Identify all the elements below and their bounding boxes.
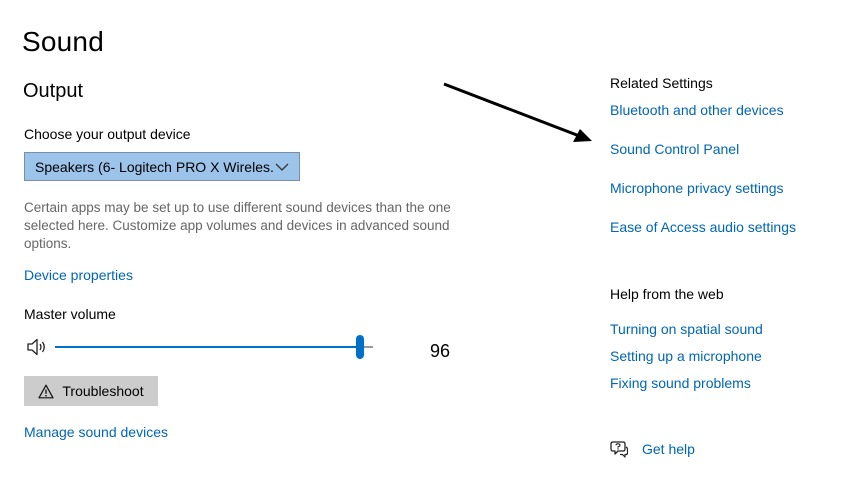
warning-icon xyxy=(38,384,54,399)
bluetooth-devices-link[interactable]: Bluetooth and other devices xyxy=(610,102,784,118)
get-help[interactable]: Get help xyxy=(610,440,695,458)
related-settings-heading: Related Settings xyxy=(610,75,713,91)
output-device-label: Choose your output device xyxy=(24,126,191,142)
master-volume-label: Master volume xyxy=(24,306,116,322)
volume-value: 96 xyxy=(430,341,451,361)
speaker-icon[interactable] xyxy=(26,337,48,357)
output-device-value: Speakers (6- Logitech PRO X Wireles... xyxy=(35,158,275,175)
help-chat-icon xyxy=(610,440,628,458)
volume-slider-fill xyxy=(55,346,360,348)
page-title: Sound xyxy=(22,26,104,57)
ease-of-access-audio-link[interactable]: Ease of Access audio settings xyxy=(610,219,796,235)
troubleshoot-label: Troubleshoot xyxy=(62,383,144,399)
annotation-arrow xyxy=(443,82,592,142)
chevron-down-icon xyxy=(275,162,289,172)
setup-microphone-link[interactable]: Setting up a microphone xyxy=(610,348,762,364)
get-help-label[interactable]: Get help xyxy=(642,441,695,457)
manage-sound-devices-link[interactable]: Manage sound devices xyxy=(24,424,168,440)
sound-settings-page: Sound Output Choose your output device S… xyxy=(0,0,864,483)
fix-sound-problems-link[interactable]: Fixing sound problems xyxy=(610,375,751,391)
output-section-title: Output xyxy=(23,80,84,102)
output-device-dropdown[interactable]: Speakers (6- Logitech PRO X Wireles... xyxy=(24,152,300,181)
master-volume-slider[interactable] xyxy=(55,346,373,348)
volume-slider-thumb[interactable] xyxy=(356,335,364,359)
output-help-text: Certain apps may be set up to use differ… xyxy=(24,200,451,251)
device-properties-link[interactable]: Device properties xyxy=(24,267,133,283)
troubleshoot-button[interactable]: Troubleshoot xyxy=(24,376,158,406)
sound-control-panel-link[interactable]: Sound Control Panel xyxy=(610,141,739,157)
spatial-sound-link[interactable]: Turning on spatial sound xyxy=(610,321,763,337)
microphone-privacy-link[interactable]: Microphone privacy settings xyxy=(610,180,784,196)
help-from-web-heading: Help from the web xyxy=(610,286,724,302)
